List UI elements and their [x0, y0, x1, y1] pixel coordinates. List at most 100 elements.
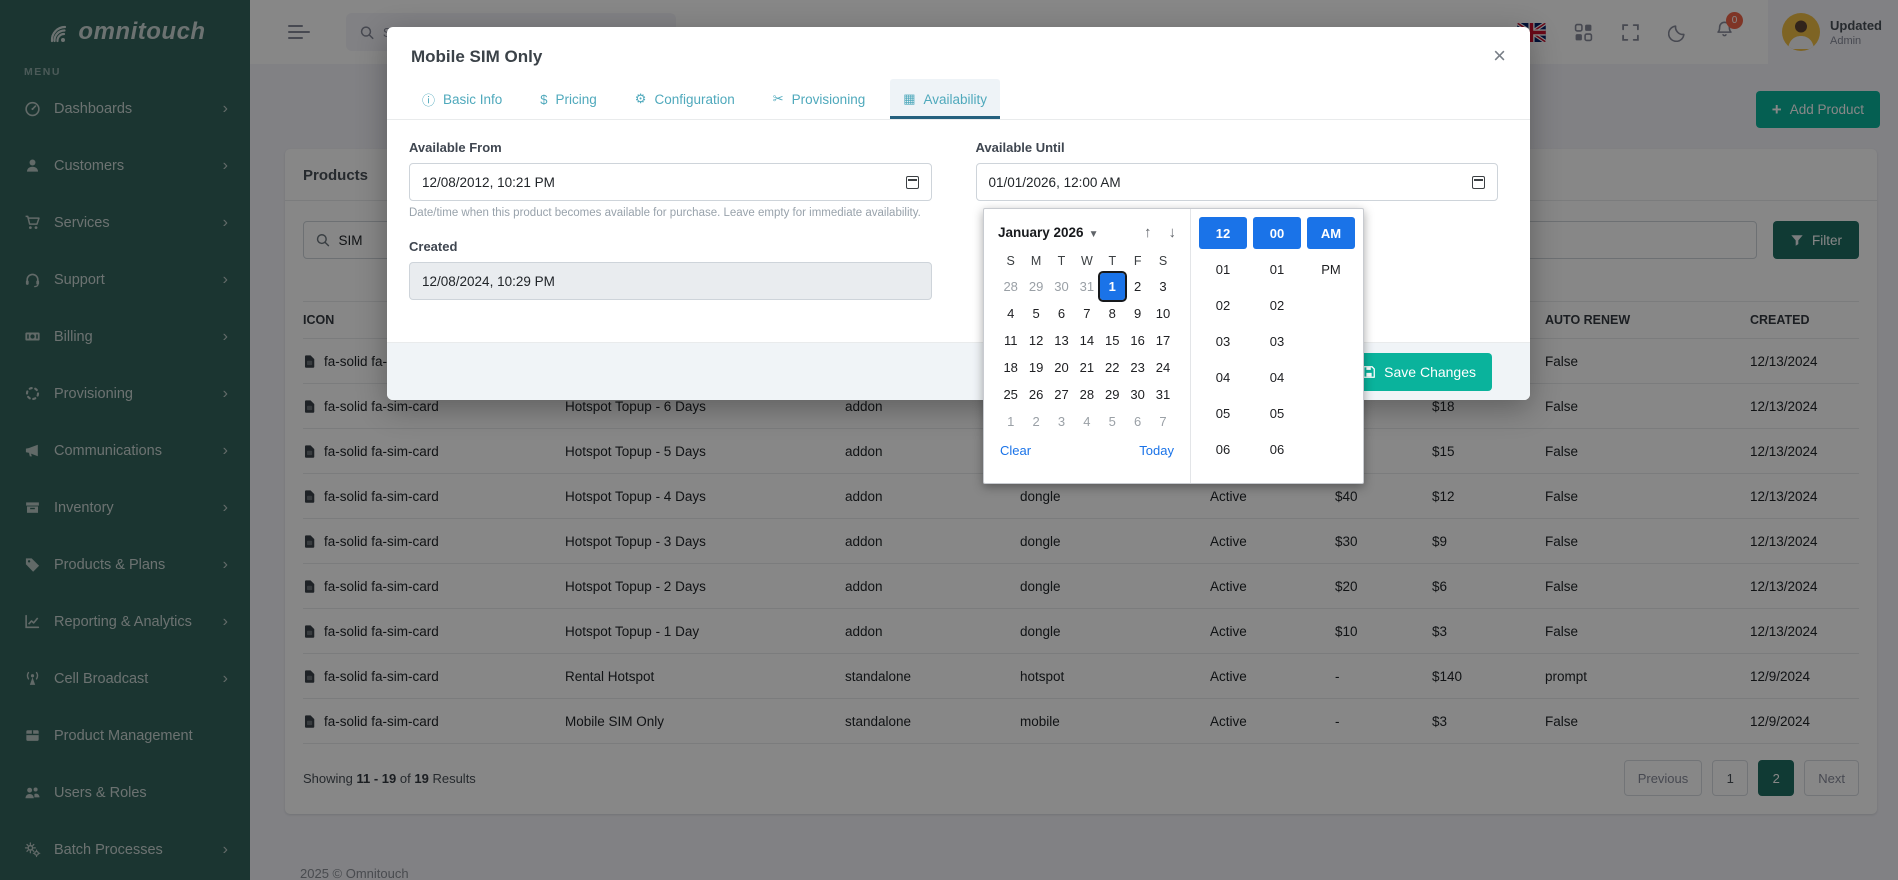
calendar-day[interactable]: 31 [1150, 381, 1175, 408]
available-from-input[interactable]: 12/08/2012, 10:21 PM [409, 163, 932, 201]
previous-month-arrow-icon[interactable]: ↑ [1144, 224, 1152, 241]
available-until-label: Available Until [976, 140, 1499, 155]
minute-option[interactable]: 04 [1253, 361, 1301, 393]
calendar-day[interactable]: 20 [1049, 354, 1074, 381]
calendar-day-grid: 2829303112345678910111213141516171819202… [998, 273, 1176, 435]
calendar-day[interactable]: 5 [1023, 300, 1048, 327]
weekday-label: M [1023, 249, 1048, 273]
calendar-day[interactable]: 15 [1100, 327, 1125, 354]
available-from-label: Available From [409, 140, 932, 155]
calendar-day[interactable]: 25 [998, 381, 1023, 408]
calendar-day[interactable]: 2 [1125, 273, 1150, 300]
hour-option[interactable]: 05 [1199, 397, 1247, 429]
minute-option[interactable]: 01 [1253, 253, 1301, 285]
hour-option-selected[interactable]: 12 [1199, 217, 1247, 249]
chevron-down-icon: ▼ [1089, 229, 1099, 240]
calendar-day[interactable]: 10 [1150, 300, 1175, 327]
hour-option[interactable]: 04 [1199, 361, 1247, 393]
hour-option[interactable]: 01 [1199, 253, 1247, 285]
calendar-day[interactable]: 7 [1150, 408, 1175, 435]
calendar-day[interactable]: 19 [1023, 354, 1048, 381]
tab-configuration[interactable]: ⚙ Configuration [622, 79, 748, 119]
calendar-day[interactable]: 2 [1023, 408, 1048, 435]
calendar-day[interactable]: 16 [1125, 327, 1150, 354]
created-input: 12/08/2024, 10:29 PM [409, 262, 932, 300]
calendar-day[interactable]: 28 [1074, 381, 1099, 408]
calendar-day[interactable]: 21 [1074, 354, 1099, 381]
calendar-day[interactable]: 8 [1100, 300, 1125, 327]
calendar-day[interactable]: 12 [1023, 327, 1048, 354]
tab-pricing[interactable]: $ Pricing [527, 79, 610, 119]
tab-label: Availability [924, 92, 988, 107]
calendar-day[interactable]: 22 [1100, 354, 1125, 381]
calendar-day[interactable]: 6 [1125, 408, 1150, 435]
calendar-day[interactable]: 24 [1150, 354, 1175, 381]
calendar-day[interactable]: 18 [998, 354, 1023, 381]
minute-option[interactable]: 03 [1253, 325, 1301, 357]
calendar-day[interactable]: 26 [1023, 381, 1048, 408]
tab-basic-info[interactable]: ⓘ Basic Info [409, 79, 515, 119]
minute-option[interactable]: 05 [1253, 397, 1301, 429]
calendar-day[interactable]: 1 [998, 408, 1023, 435]
calendar-day[interactable]: 29 [1100, 381, 1125, 408]
modal-tabs: ⓘ Basic Info $ Pricing ⚙ Configuration ✂ Provis… [387, 79, 1530, 120]
calendar-day[interactable]: 11 [998, 327, 1023, 354]
meridiem-list: AM PM [1307, 217, 1355, 475]
calendar-day-selected[interactable]: 1 [1100, 273, 1125, 300]
hour-option[interactable]: 03 [1199, 325, 1247, 357]
tab-label: Provisioning [792, 92, 866, 107]
calendar-icon[interactable] [1472, 176, 1485, 189]
calendar-day[interactable]: 14 [1074, 327, 1099, 354]
minute-option[interactable]: 02 [1253, 289, 1301, 321]
picker-clear-link[interactable]: Clear [1000, 443, 1031, 458]
calendar-day[interactable]: 30 [1125, 381, 1150, 408]
hour-list: 12 01 02 03 04 05 06 [1199, 217, 1247, 475]
calendar-icon[interactable] [906, 176, 919, 189]
weekday-label: S [998, 249, 1023, 273]
meridiem-option[interactable]: PM [1307, 253, 1355, 285]
minute-option[interactable]: 06 [1253, 433, 1301, 465]
hour-option[interactable]: 06 [1199, 433, 1247, 465]
calendar-day[interactable]: 3 [1150, 273, 1175, 300]
minute-option-selected[interactable]: 00 [1253, 217, 1301, 249]
tab-label: Configuration [654, 92, 734, 107]
calendar-day[interactable]: 28 [998, 273, 1023, 300]
next-month-arrow-icon[interactable]: ↓ [1169, 224, 1177, 241]
calendar-day[interactable]: 17 [1150, 327, 1175, 354]
available-from-helper: Date/time when this product becomes avai… [409, 207, 932, 219]
meridiem-option-selected[interactable]: AM [1307, 217, 1355, 249]
weekday-label: W [1074, 249, 1099, 273]
weekday-label: S [1150, 249, 1175, 273]
created-label: Created [409, 239, 932, 254]
available-until-input[interactable]: 01/01/2026, 12:00 AM [976, 163, 1499, 201]
calendar-day[interactable]: 27 [1049, 381, 1074, 408]
calendar-day[interactable]: 31 [1074, 273, 1099, 300]
calendar-day[interactable]: 13 [1049, 327, 1074, 354]
calendar-day[interactable]: 4 [998, 300, 1023, 327]
tab-label: Pricing [556, 92, 597, 107]
tab-provisioning[interactable]: ✂ Provisioning [760, 79, 878, 119]
calendar-day[interactable]: 23 [1125, 354, 1150, 381]
hour-option[interactable]: 02 [1199, 289, 1247, 321]
tab-availability[interactable]: ▦Availability [890, 79, 1000, 119]
month-selector[interactable]: January 2026▼ [998, 225, 1098, 240]
info-icon: ⓘ [422, 90, 435, 109]
calendar-day[interactable]: 29 [1023, 273, 1048, 300]
save-changes-button[interactable]: Save Changes [1346, 353, 1492, 391]
calendar-day[interactable]: 5 [1100, 408, 1125, 435]
calendar-day[interactable]: 6 [1049, 300, 1074, 327]
calendar-day[interactable]: 9 [1125, 300, 1150, 327]
gear-icon: ⚙ [635, 91, 647, 107]
modal-title: Mobile SIM Only [411, 47, 542, 67]
close-icon[interactable]: × [1493, 47, 1506, 65]
picker-today-link[interactable]: Today [1139, 443, 1174, 458]
tools-icon: ✂ [773, 91, 784, 107]
tab-label: Basic Info [443, 92, 502, 107]
dollar-icon: $ [540, 92, 547, 107]
app-root: omnitouch MENU Dashboards›Customers›Serv… [0, 0, 1898, 880]
calendar-day[interactable]: 30 [1049, 273, 1074, 300]
calendar-day[interactable]: 7 [1074, 300, 1099, 327]
calendar-day[interactable]: 3 [1049, 408, 1074, 435]
calendar-day[interactable]: 4 [1074, 408, 1099, 435]
weekday-header-row: SMTWTFS [998, 245, 1176, 273]
